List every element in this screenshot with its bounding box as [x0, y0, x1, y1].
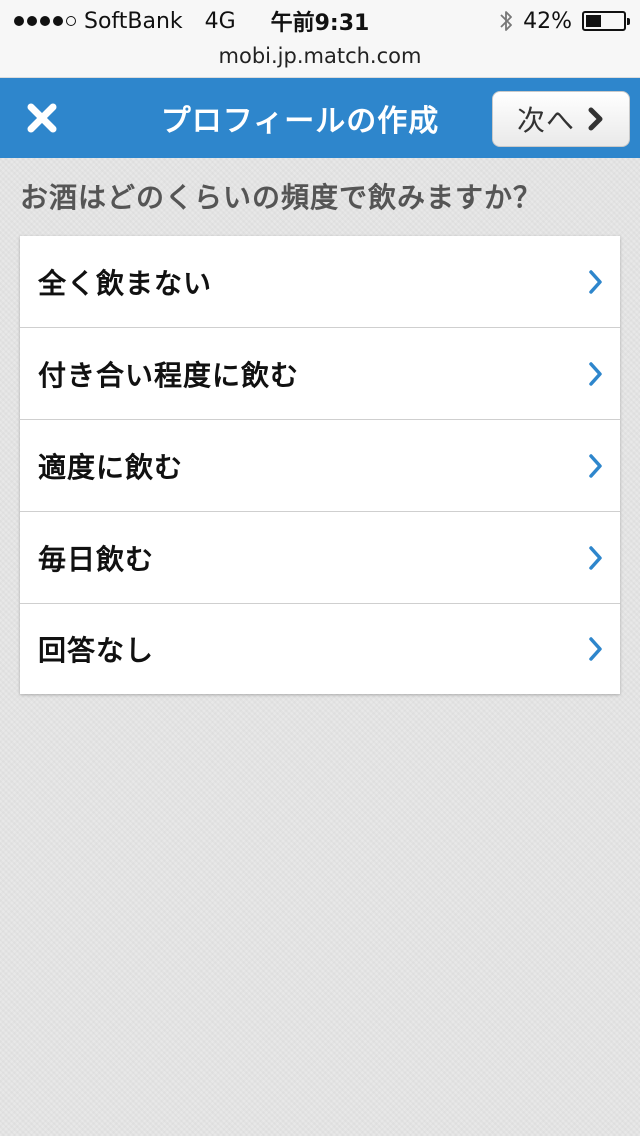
- status-right: 42%: [499, 8, 630, 34]
- bluetooth-icon: [500, 11, 512, 31]
- option-label: 全く飲まない: [38, 266, 213, 300]
- option-list: 全く飲まない付き合い程度に飲む 適度に飲む毎日飲む回答なし: [20, 236, 620, 694]
- nav-bar: プロフィールの作成 次へ: [0, 78, 640, 158]
- option-item[interactable]: 回答なし: [20, 604, 620, 694]
- chevron-right-icon: [589, 269, 602, 294]
- signal-strength-icon: [14, 16, 76, 26]
- option-item[interactable]: 付き合い程度に飲む: [20, 328, 620, 420]
- question-heading: お酒はどのくらいの頻度で飲みますか？: [20, 181, 543, 214]
- option-label: 適度に飲む: [38, 450, 184, 484]
- chevron-right-icon: [589, 361, 602, 386]
- chevron-right-icon: [589, 453, 602, 478]
- url-bar[interactable]: mobi.jp.match.com: [0, 42, 640, 76]
- network-type: 4G: [204, 8, 236, 34]
- next-button[interactable]: 次へ: [492, 91, 630, 147]
- status-bar: SoftBank 4G 午前9:31 42% mobi.jp.match.com: [0, 0, 640, 78]
- status-row: SoftBank 4G 午前9:31 42%: [0, 0, 640, 42]
- option-item[interactable]: 毎日飲む: [20, 512, 620, 604]
- chevron-right-icon: [589, 545, 602, 570]
- option-label: 毎日飲む: [38, 542, 155, 576]
- option-item[interactable]: 全く飲まない: [20, 236, 620, 328]
- option-item[interactable]: 適度に飲む: [20, 420, 620, 512]
- battery-percent: 42%: [523, 8, 572, 34]
- carrier-name: SoftBank: [84, 8, 183, 34]
- next-button-label: 次へ: [516, 104, 575, 137]
- chevron-right-icon: [588, 107, 603, 131]
- option-label: 回答なし: [38, 634, 155, 667]
- battery-level: [586, 15, 602, 27]
- option-label: 付き合い程度に飲む: [38, 358, 300, 392]
- battery-icon: [582, 11, 630, 31]
- chevron-right-icon: [589, 637, 602, 661]
